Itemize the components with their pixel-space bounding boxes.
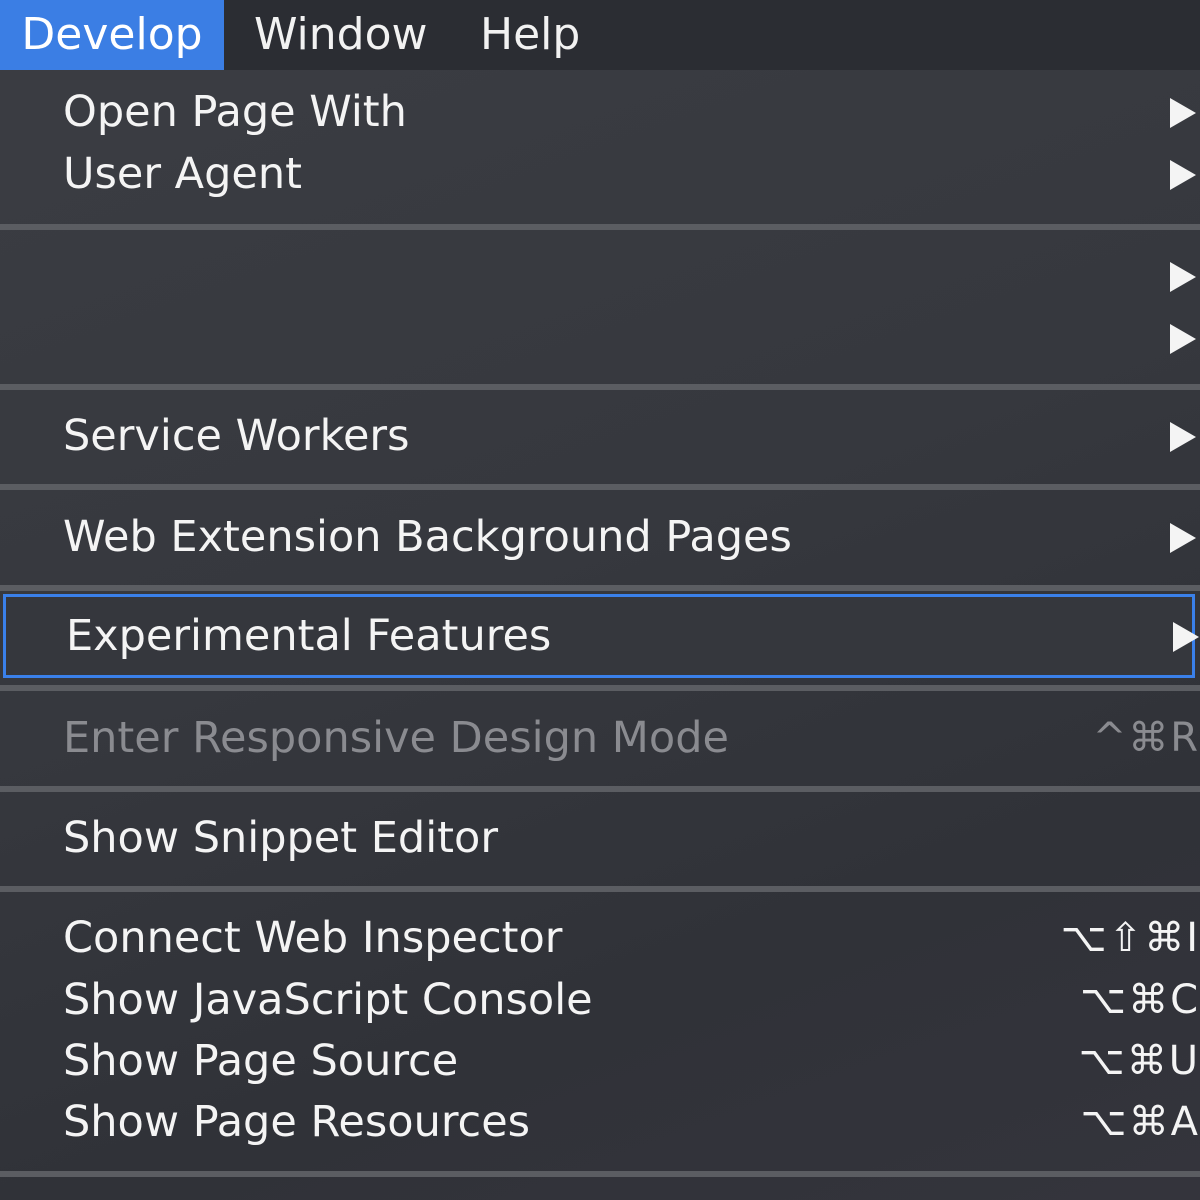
menu-item-open-page-with[interactable]: Open Page With: [0, 82, 1200, 142]
menu-bar-help[interactable]: Help: [480, 0, 580, 70]
menu-separator: [0, 786, 1200, 792]
menu-item-label: Enter Responsive Design Mode: [63, 713, 729, 763]
menu-item-show-page-resources[interactable]: Show Page Resources ⌥⌘A: [0, 1092, 1200, 1152]
submenu-arrow-icon: [1173, 622, 1199, 652]
menu-separator: [0, 484, 1200, 490]
menu-item-label: Connect Web Inspector: [63, 913, 563, 963]
menu-item-show-javascript-console[interactable]: Show JavaScript Console ⌥⌘C: [0, 970, 1200, 1030]
menu-separator: [0, 1171, 1200, 1177]
menu-item-shortcut: ⌥⇧⌘I: [1060, 915, 1200, 961]
menu-item-label: Show JavaScript Console: [63, 975, 593, 1025]
submenu-arrow-icon: [1170, 324, 1196, 354]
menu-item-shortcut: ⌥⌘U: [1078, 1038, 1200, 1084]
menu-item-shortcut: ⌥⌘A: [1080, 1099, 1200, 1145]
menu-item-label: Show Page Source: [63, 1036, 459, 1086]
menu-item-show-page-source[interactable]: Show Page Source ⌥⌘U: [0, 1031, 1200, 1091]
menu-bar-window[interactable]: Window: [254, 0, 428, 70]
menu-item-shortcut: ^⌘R: [1092, 715, 1200, 761]
menu-item-connect-web-inspector[interactable]: Connect Web Inspector ⌥⇧⌘I: [0, 908, 1200, 968]
submenu-arrow-icon: [1170, 262, 1196, 292]
menu-item-label: Experimental Features: [66, 611, 552, 661]
menu-separator: [0, 224, 1200, 230]
develop-menu: Open Page With User Agent Service Worker…: [0, 70, 1200, 1200]
menu-bar: Develop Window Help: [0, 0, 1200, 70]
menu-item-unlabeled-1[interactable]: [0, 246, 1200, 306]
menu-item-unlabeled-2[interactable]: [0, 308, 1200, 368]
menu-item-label: Open Page With: [63, 87, 407, 137]
submenu-arrow-icon: [1170, 160, 1196, 190]
menu-item-label: Show Page Resources: [63, 1097, 531, 1147]
menu-item-label: User Agent: [63, 149, 302, 199]
menu-item-label: Show Snippet Editor: [63, 813, 499, 863]
submenu-arrow-icon: [1170, 98, 1196, 128]
menu-item-label: Web Extension Background Pages: [63, 512, 792, 562]
menu-item-service-workers[interactable]: Service Workers: [0, 406, 1200, 466]
menu-item-enter-responsive-design-mode: Enter Responsive Design Mode ^⌘R: [0, 708, 1200, 768]
submenu-arrow-icon: [1170, 422, 1196, 452]
menu-separator: [0, 886, 1200, 892]
menu-separator: [0, 384, 1200, 390]
menu-separator: [0, 685, 1200, 691]
menu-item-shortcut: ⌥⌘C: [1079, 977, 1200, 1023]
menu-item-user-agent[interactable]: User Agent: [0, 144, 1200, 204]
menu-item-show-snippet-editor[interactable]: Show Snippet Editor: [0, 808, 1200, 868]
menu-item-experimental-features[interactable]: Experimental Features: [3, 594, 1199, 678]
submenu-arrow-icon: [1170, 523, 1196, 553]
menu-item-web-extension-background-pages[interactable]: Web Extension Background Pages: [0, 507, 1200, 567]
menu-item-label: Service Workers: [63, 411, 410, 461]
screen: Develop Window Help Open Page With User …: [0, 0, 1200, 1200]
menu-bar-develop[interactable]: Develop: [0, 0, 224, 70]
menu-separator: [0, 585, 1200, 591]
